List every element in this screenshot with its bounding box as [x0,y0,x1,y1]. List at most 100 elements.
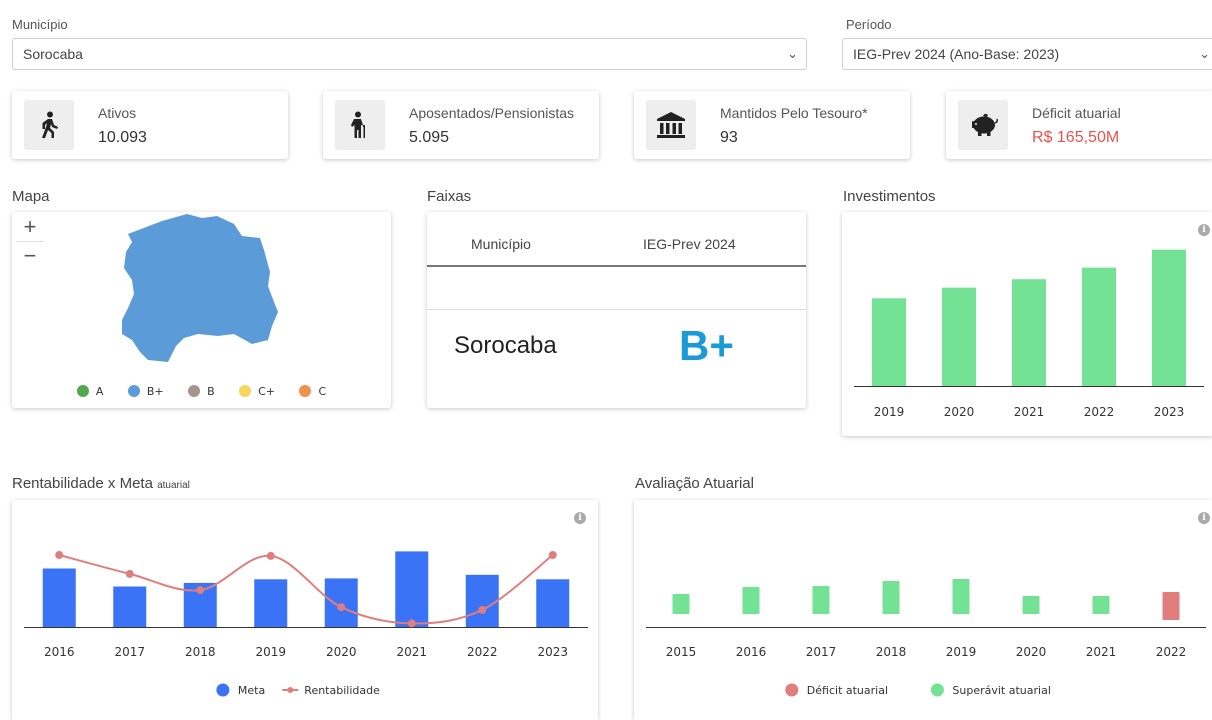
chevron-down-icon: ⌄ [1199,46,1210,61]
legend-label: C+ [258,384,275,398]
point-rentabilidade-2019 [266,551,275,560]
investimentos-card: i 2019 2020 2021 2022 2023 [842,212,1212,436]
x-tick-label: 2017 [114,645,145,659]
point-rentabilidade-2017 [125,569,134,578]
bar-meta-2016 [42,568,76,627]
legend-item-a: A [76,384,104,398]
rentabilidade-title-text: Rentabilidade x Meta [12,475,153,492]
bar-2022 [1082,267,1116,386]
stat-value-deficit: R$ 165,50M [1032,129,1120,146]
x-tick-label: 2021 [1086,645,1117,659]
stat-card-aposentados: Aposentados/Pensionistas 5.095 [323,91,599,159]
bar-2021 [1012,279,1046,386]
stat-card-ativos: Ativos 10.093 [12,91,288,159]
bar-deficit-2022 [1162,592,1180,620]
legend-dot [299,385,312,397]
point-rentabilidade-2023 [548,551,557,559]
x-tick-label: 2022 [1084,405,1115,419]
point-rentabilidade-2018 [196,586,205,595]
periodo-select-value: IEG-Prev 2024 (Ano-Base: 2023) [853,46,1060,62]
x-tick-label: 2019 [255,645,286,659]
stat-card-deficit: Déficit atuarial R$ 165,50M [946,91,1212,159]
x-tick-label: 2019 [874,405,905,419]
bar-2023 [1152,249,1186,386]
x-tick-label: 2021 [396,645,427,659]
legend-item-b: B [188,385,215,398]
point-rentabilidade-2020 [337,603,346,612]
map-legend: A B+ B C+ C [12,384,391,402]
bar-meta-2017 [113,586,147,627]
municipio-select[interactable]: Sorocaba ⌄ [12,38,807,70]
faixas-card: Município IEG-Prev 2024 Sorocaba B+ [427,212,806,408]
bar-2019 [872,298,906,386]
stat-value: 10.093 [98,129,147,146]
periodo-label: Período [846,17,892,32]
legend-label: A [95,384,104,398]
chevron-down-icon: ⌄ [787,46,798,61]
x-tick-label: 2018 [876,645,907,659]
legend-label: B+ [146,384,164,398]
legend-marker [785,683,799,697]
legend-dot [239,385,252,397]
x-tick-label: 2023 [1154,405,1185,419]
x-tick-label: 2020 [326,645,357,659]
faixas-municipio-name: Sorocaba [454,332,557,359]
investimentos-title: Investimentos [843,188,936,205]
legend-item-b-plus: B+ [127,384,164,398]
legend-label: Déficit atuarial [807,684,888,697]
bar-superavit-2016 [742,587,760,614]
faixas-header-divider [427,265,806,267]
legend-item-c-plus: C+ [239,385,275,398]
legend-dot [76,385,89,397]
x-tick-label: 2020 [1016,645,1047,659]
municipio-label: Município [12,17,68,32]
legend-label: C [318,384,327,398]
x-tick-label: 2022 [1156,645,1187,659]
avaliacao-chart: 2015 2016 2017 2018 2019 2020 2021 2022 Déficit … [646,579,1206,697]
point-rentabilidade-2021 [407,619,416,628]
stat-label: Aposentados/Pensionistas [409,105,574,121]
x-tick-label: 2021 [1014,405,1045,419]
bar-meta-2022 [465,574,499,627]
bar-superavit-2017 [812,586,830,614]
rentabilidade-card: i 2016 2017 2018 2019 2020 2021 2022 2023 Meta Re… [12,500,598,720]
x-tick-label: 2018 [185,645,216,659]
legend-item-c: C [299,385,326,398]
periodo-select[interactable]: IEG-Prev 2024 (Ano-Base: 2023) ⌄ [842,38,1212,70]
stat-value: 93 [720,129,738,146]
sorocaba-region [122,214,278,362]
faixas-row-divider [427,309,806,310]
bank-icon [646,100,696,150]
map-card: + − A B+ B C+ C [12,212,391,408]
avaliacao-card: i 2015 2016 2017 2018 2019 2020 2021 2022 Défici… [634,500,1212,720]
bar-2020 [942,287,976,386]
faixas-title: Faixas [427,188,472,205]
faixas-header-ieg: IEG-Prev 2024 [643,236,736,252]
legend-marker [930,683,944,697]
rentabilidade-title-small: atuarial [157,480,190,491]
x-tick-label: 2019 [946,645,977,659]
bar-meta-2021 [395,551,429,627]
bar-superavit-2015 [672,594,690,614]
legend-marker [216,683,230,697]
x-tick-label: 2015 [666,645,697,659]
legend-label: Rentabilidade [304,684,380,697]
x-tick-label: 2023 [537,645,568,659]
legend-dot [127,385,140,397]
stat-value: 5.095 [409,129,450,146]
municipality-map[interactable] [12,212,391,382]
x-tick-label: 2016 [44,645,75,659]
mapa-title: Mapa [12,188,50,205]
bar-superavit-2018 [882,581,900,614]
rentabilidade-title: Rentabilidade x Meta atuarial [12,475,190,492]
bar-meta-2019 [254,579,288,627]
municipio-select-value: Sorocaba [23,46,83,62]
bar-superavit-2019 [952,579,970,614]
stat-label: Ativos [98,105,137,121]
legend-marker [287,687,294,693]
legend-label: Superávit atuarial [952,684,1050,697]
faixas-header-municipio: Município [471,236,531,252]
x-tick-label: 2017 [806,645,837,659]
stat-label: Déficit atuarial [1032,105,1121,121]
bar-superavit-2021 [1092,596,1110,614]
